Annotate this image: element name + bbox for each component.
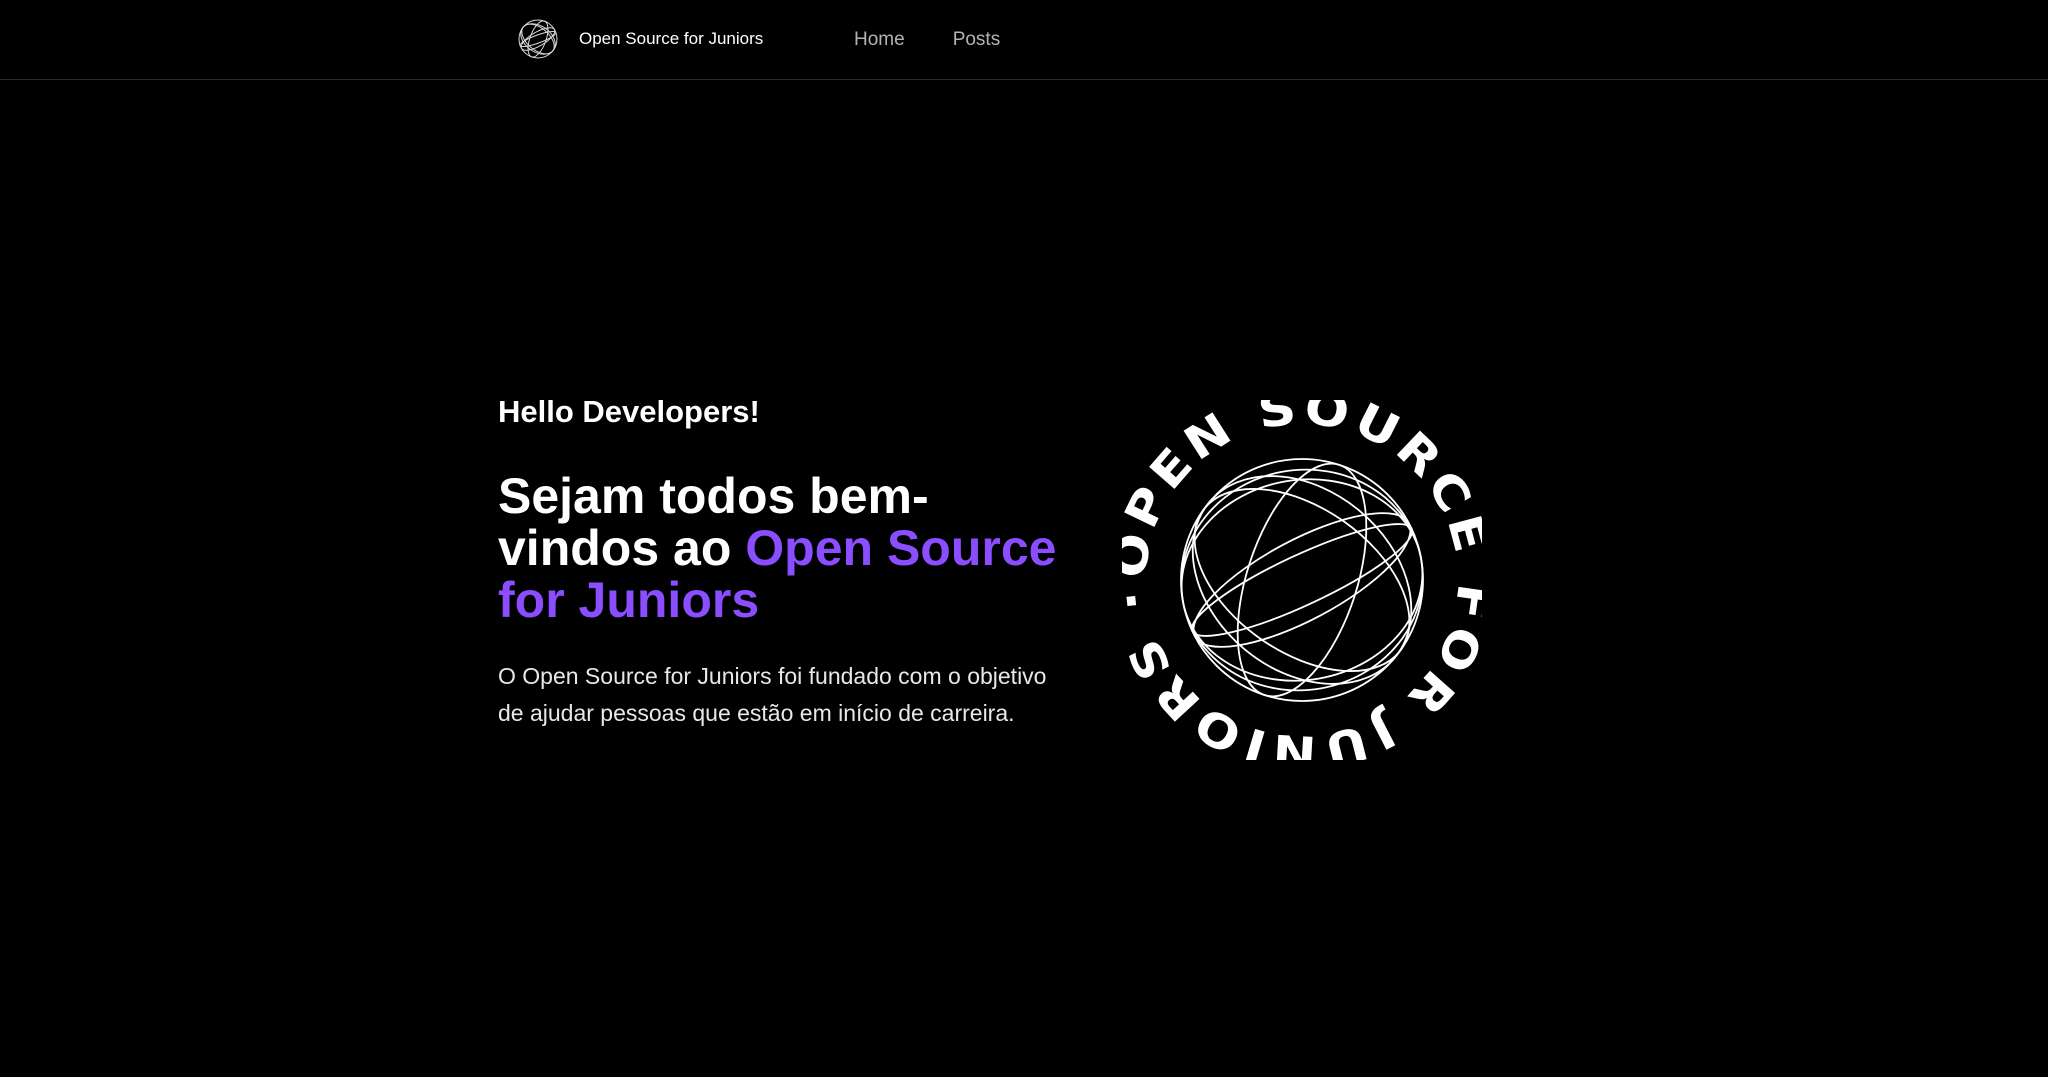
hero-greeting: Hello Developers! xyxy=(498,394,760,429)
hero-description: O Open Source for Juniors foi fundado co… xyxy=(498,663,1047,726)
rotating-badge: OPEN SOURCE FOR JUNIORS · xyxy=(1122,400,1482,760)
brand-name: Open Source for Juniors xyxy=(579,29,764,48)
badge-svg: OPEN SOURCE FOR JUNIORS · xyxy=(1122,400,1482,760)
nav-posts-link[interactable]: Posts xyxy=(953,26,1001,54)
nav-home-link[interactable]: Home xyxy=(854,26,905,54)
brand-link[interactable]: Open Source for Juniors xyxy=(517,18,763,60)
main-nav: Home Posts xyxy=(854,26,1048,54)
hero-section: Hello Developers! Sejam todos bem-vindos… xyxy=(498,392,1058,732)
page: Open Source for Juniors Home Posts Hello… xyxy=(0,0,2048,1077)
badge-ring-text: OPEN SOURCE FOR JUNIORS · xyxy=(1122,400,1482,760)
hero-headline: Sejam todos bem-vindos ao Open Source fo… xyxy=(498,470,1058,626)
top-navbar: Open Source for Juniors Home Posts xyxy=(0,0,2048,80)
globe-wireframe-icon xyxy=(518,19,558,59)
